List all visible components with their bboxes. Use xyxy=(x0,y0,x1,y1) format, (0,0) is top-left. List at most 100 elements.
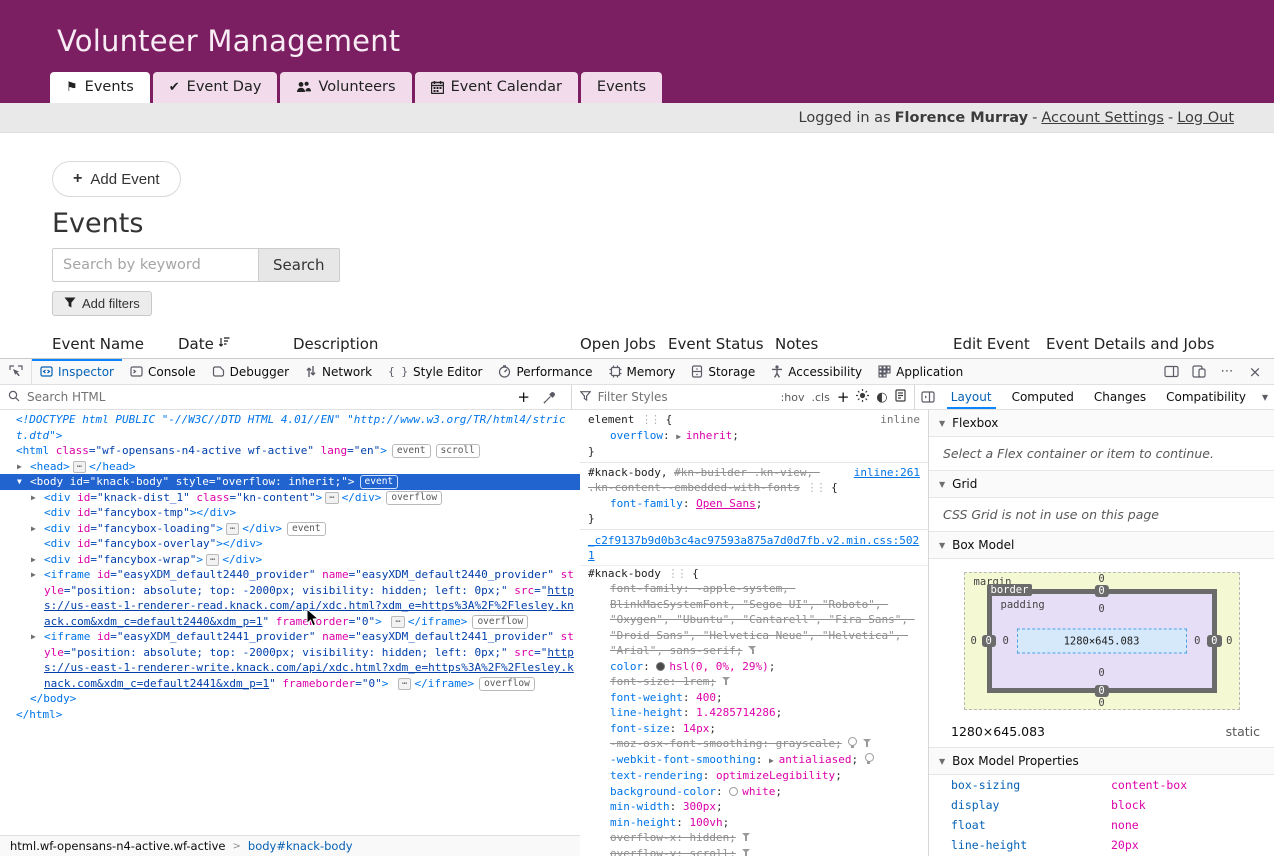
css-declaration-overridden[interactable]: -moz-osx-font-smoothing: grayscale; xyxy=(580,736,928,752)
chevron-down-icon[interactable]: ▾ xyxy=(1256,385,1274,409)
rule-selector[interactable]: element ⋮⋮ { xyxy=(588,412,872,428)
markup-line-fancybox-overlay[interactable]: <div id="fancybox-overlay"></div> xyxy=(0,536,580,552)
devtools-tab-accessibility[interactable]: Accessibility xyxy=(763,359,870,384)
node-badge[interactable]: event xyxy=(287,522,326,536)
expand-twisty[interactable]: ▶ xyxy=(31,552,44,568)
css-declaration[interactable]: font-family: Open Sans; xyxy=(580,496,928,512)
collapsed-ellipsis[interactable]: ⋯ xyxy=(226,523,239,535)
markup-line-fancybox-loading[interactable]: ▶<div id="fancybox-loading">⋯</div>event xyxy=(0,521,580,537)
devtools-tab-performance[interactable]: Performance xyxy=(490,359,600,384)
css-declaration[interactable]: min-height: 100vh; xyxy=(580,815,928,831)
css-declaration-overridden[interactable]: font-family: -apple-system, BlinkMacSyst… xyxy=(580,581,928,659)
css-declaration[interactable]: font-size: 14px; xyxy=(580,721,928,737)
markup-line-fancybox-tmp[interactable]: <div id="fancybox-tmp"></div> xyxy=(0,505,580,521)
collapsed-ellipsis[interactable]: ⋯ xyxy=(398,678,411,690)
border-bottom-value[interactable]: 0 xyxy=(1094,685,1108,697)
margin-box[interactable]: margin border padding 1280×645.083 0 0 0… xyxy=(964,572,1240,710)
markup-line-fancybox-wrap[interactable]: ▶<div id="fancybox-wrap">⋯</div> xyxy=(0,552,580,568)
rule-source-link[interactable]: inline:261 xyxy=(854,466,920,479)
devtools-tab-console[interactable]: Console xyxy=(122,359,204,384)
padding-left-value[interactable]: 0 xyxy=(1003,635,1009,647)
node-badge[interactable]: overflow xyxy=(386,491,442,505)
search-input[interactable] xyxy=(52,248,258,282)
search-html-input[interactable]: Search HTML xyxy=(27,390,105,404)
expand-twisty[interactable]: ▶ xyxy=(769,756,779,765)
devtools-tab-application[interactable]: Application xyxy=(870,359,971,384)
markup-line-body-close[interactable]: </body> xyxy=(0,691,580,707)
eyedropper-icon[interactable] xyxy=(537,385,563,409)
collapsed-ellipsis[interactable]: ⋯ xyxy=(206,554,219,566)
add-node-button[interactable]: + xyxy=(511,385,537,409)
app-tab-event-day[interactable]: ✔ Event Day xyxy=(153,72,278,103)
collapsed-ellipsis[interactable]: ⋯ xyxy=(325,492,338,504)
content-box[interactable]: 1280×645.083 xyxy=(1017,629,1187,654)
markup-line-iframe-2441[interactable]: ▶<iframe id="easyXDM_default2441_provide… xyxy=(0,629,580,691)
dark-theme-icon[interactable]: ◐ xyxy=(876,390,887,405)
sidebar-toggle-icon[interactable] xyxy=(915,385,941,409)
column-header-open-jobs[interactable]: Open Jobs xyxy=(580,335,668,353)
node-badge[interactable]: overflow xyxy=(479,677,535,691)
css-declaration[interactable]: overflow: ▶ inherit; xyxy=(580,428,928,445)
devtools-tab-style-editor[interactable]: { } Style Editor xyxy=(380,359,490,384)
account-settings-link[interactable]: Account Settings xyxy=(1041,110,1164,126)
markup-line-doctype[interactable]: <!DOCTYPE html PUBLIC "-//W3C//DTD HTML … xyxy=(0,412,580,443)
light-theme-icon[interactable] xyxy=(856,389,869,405)
app-tab-event-calendar[interactable]: Event Calendar xyxy=(415,72,578,103)
css-declaration[interactable]: min-width: 300px; xyxy=(580,799,928,815)
search-button[interactable]: Search xyxy=(258,248,340,282)
toggle-cls-button[interactable]: .cls xyxy=(812,391,830,404)
rule-selector[interactable]: #knack-body, #kn-builder .kn-view, .kn-c… xyxy=(588,465,846,496)
column-header-description[interactable]: Description xyxy=(293,335,580,353)
pick-element-button[interactable] xyxy=(0,359,32,384)
padding-right-value[interactable]: 0 xyxy=(1194,635,1200,647)
expand-twisty[interactable]: ▶ xyxy=(31,629,44,645)
margin-left-value[interactable]: 0 xyxy=(971,635,977,647)
grid-section-header[interactable]: ▼ Grid xyxy=(929,471,1274,498)
node-badge[interactable]: scroll xyxy=(436,444,480,458)
css-declaration[interactable]: background-color: white; xyxy=(580,784,928,800)
column-header-event-name[interactable]: Event Name xyxy=(52,335,178,353)
sidebar-tab-computed[interactable]: Computed xyxy=(1002,385,1084,409)
close-devtools-button[interactable]: × xyxy=(1242,360,1268,384)
column-header-event-status[interactable]: Event Status xyxy=(668,335,775,353)
expand-twisty[interactable]: ▼ xyxy=(17,474,30,490)
split-console-button[interactable] xyxy=(1158,360,1184,384)
border-top-value[interactable]: 0 xyxy=(1094,585,1108,597)
column-header-date[interactable]: Date xyxy=(178,335,293,353)
markup-line-html-close[interactable]: </html> xyxy=(0,707,580,723)
box-model-section-header[interactable]: ▼ Box Model xyxy=(929,532,1274,559)
padding-bottom-value[interactable]: 0 xyxy=(1098,667,1104,679)
sidebar-tab-layout[interactable]: Layout xyxy=(941,385,1002,409)
css-declaration[interactable]: color: hsl(0, 0%, 29%); xyxy=(580,659,928,675)
sidebar-tab-compatibility[interactable]: Compatibility xyxy=(1156,385,1256,409)
stylesheet-link[interactable]: _c2f9137b9d0b3c4ac97593a875a7d0d7fb.v2.m… xyxy=(588,534,919,563)
toggle-hov-button[interactable]: :hov xyxy=(781,391,805,404)
expand-twisty[interactable]: ▶ xyxy=(676,432,686,441)
expand-twisty[interactable]: ▶ xyxy=(17,459,30,475)
add-filters-button[interactable]: Add filters xyxy=(52,291,152,316)
add-event-button[interactable]: + Add Event xyxy=(52,161,181,197)
collapsed-ellipsis[interactable]: ⋯ xyxy=(73,461,86,473)
column-header-edit-event[interactable]: Edit Event xyxy=(953,335,1046,353)
collapsed-ellipsis[interactable]: ⋯ xyxy=(391,616,404,628)
margin-top-value[interactable]: 0 xyxy=(1098,573,1104,585)
markup-line-body-selected[interactable]: ▼<body id="knack-body" style="overflow: … xyxy=(0,474,580,490)
devtools-tab-debugger[interactable]: Debugger xyxy=(204,359,297,384)
css-declaration[interactable]: line-height: 1.4285714286; xyxy=(580,705,928,721)
app-tab-volunteers[interactable]: Volunteers xyxy=(280,72,411,103)
app-tab-events-2[interactable]: Events xyxy=(581,72,662,103)
column-header-notes[interactable]: Notes xyxy=(775,335,953,353)
meatball-menu-button[interactable]: ⋯ xyxy=(1214,360,1240,384)
border-right-value[interactable]: 0 xyxy=(1207,635,1221,647)
devtools-tab-network[interactable]: Network xyxy=(297,359,380,384)
print-media-icon[interactable] xyxy=(895,389,906,405)
css-declaration[interactable]: font-weight: 400; xyxy=(580,690,928,706)
node-badge[interactable]: event xyxy=(392,444,431,458)
css-declaration-overridden[interactable]: overflow-x: hidden; xyxy=(580,830,928,846)
rule-selector[interactable]: #knack-body ⋮⋮ { xyxy=(588,566,920,582)
padding-top-value[interactable]: 0 xyxy=(1098,603,1104,615)
markup-line-knack-dist[interactable]: ▶<div id="knack-dist_1" class="kn-conten… xyxy=(0,490,580,506)
border-left-value[interactable]: 0 xyxy=(982,635,996,647)
markup-line-html[interactable]: <html class="wf-opensans-n4-active wf-ac… xyxy=(0,443,580,459)
expand-twisty[interactable]: ▶ xyxy=(31,567,44,583)
